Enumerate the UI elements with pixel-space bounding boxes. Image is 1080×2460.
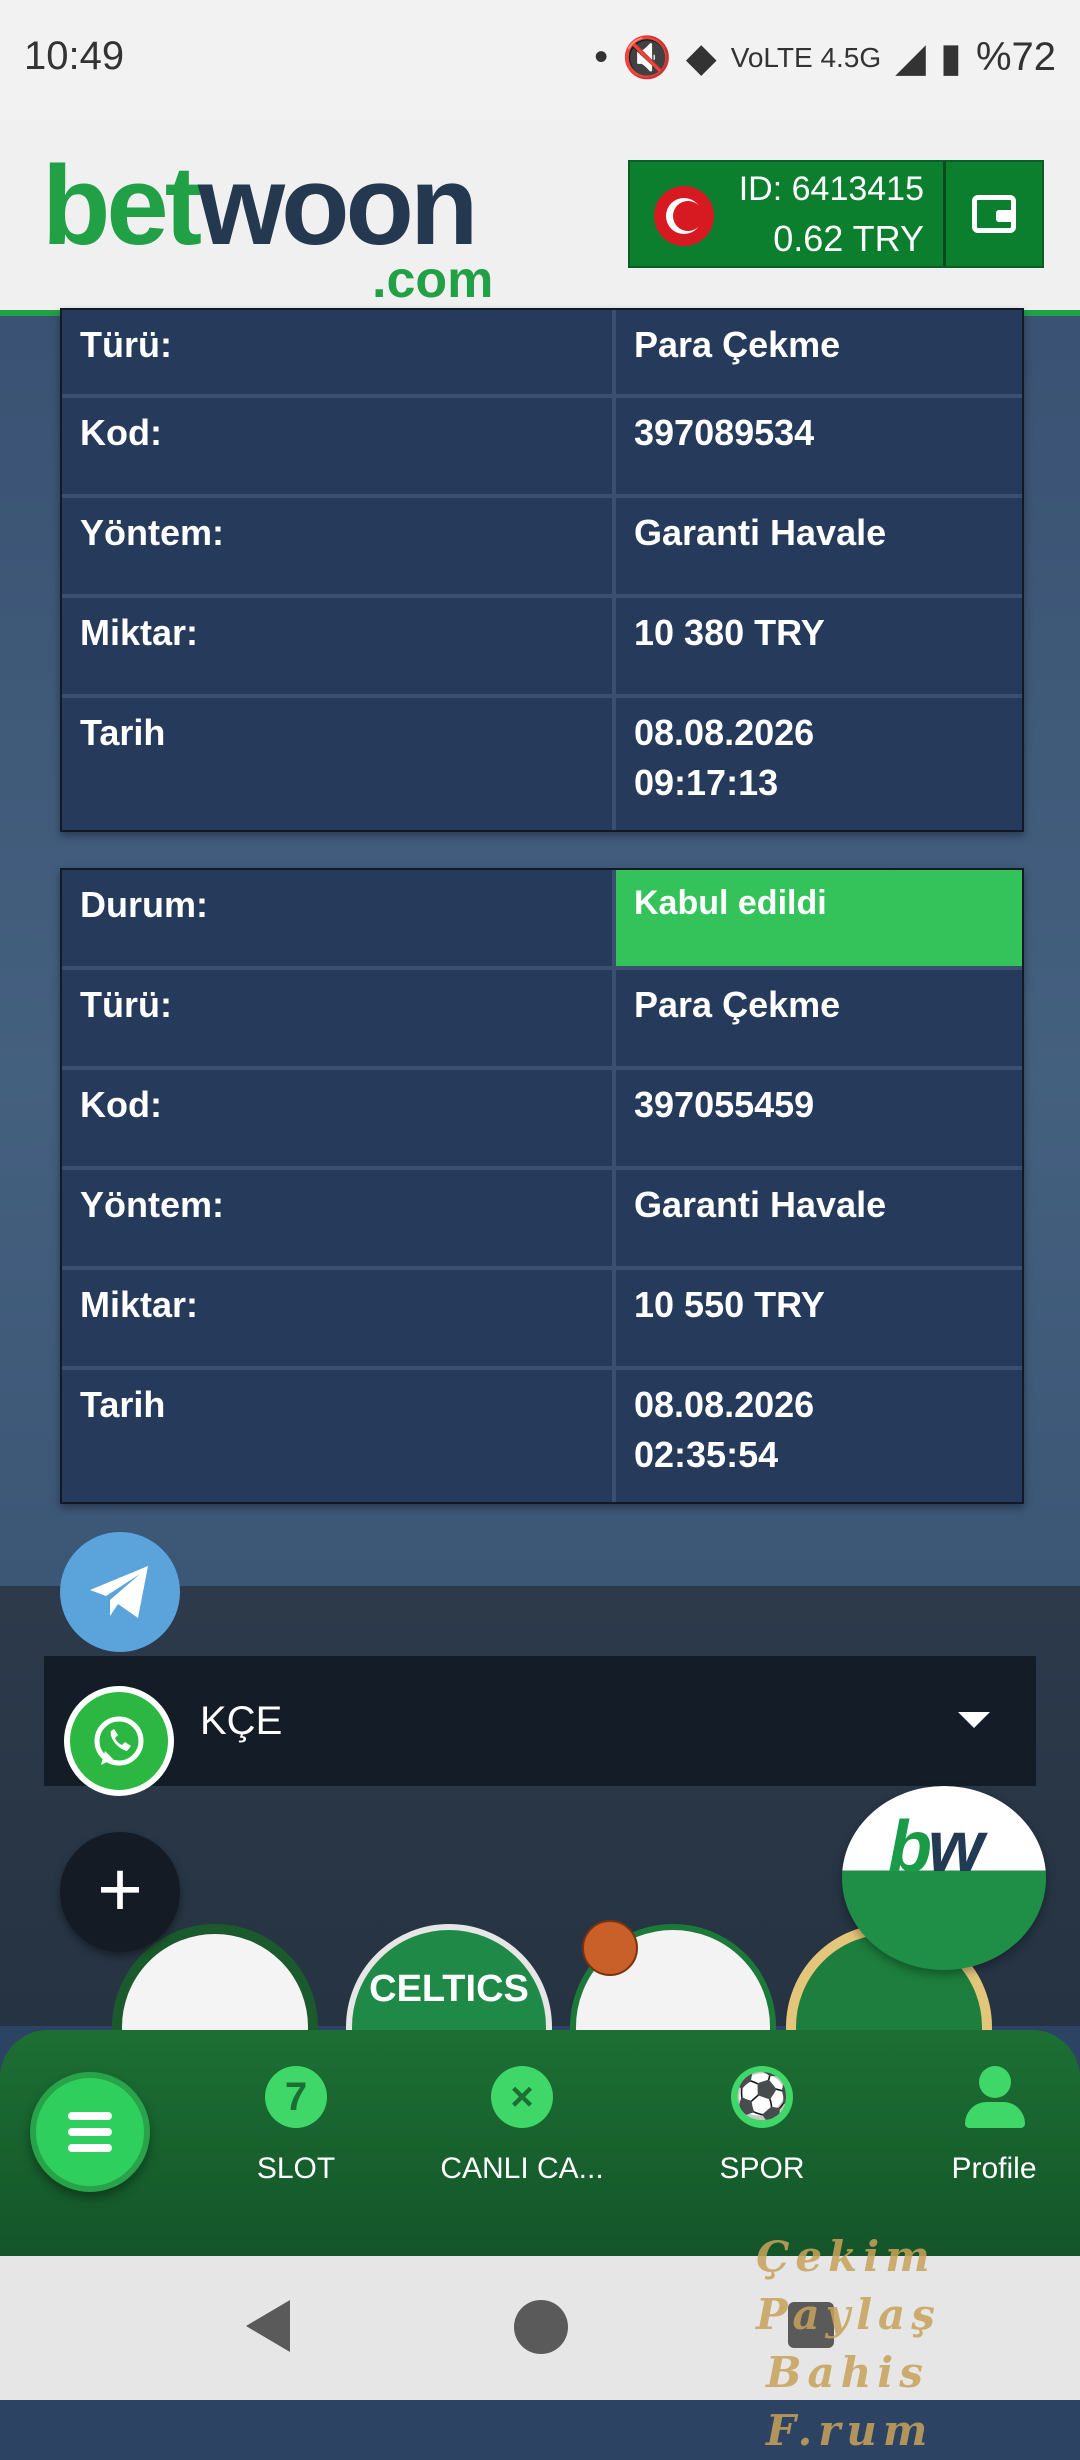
table-row: Miktar: 10 380 TRY xyxy=(62,598,1022,698)
logo-com: .com xyxy=(372,251,494,309)
add-button[interactable]: + xyxy=(60,1832,180,1952)
date-value: 08.08.2026 xyxy=(634,1384,815,1425)
profile-head xyxy=(979,2066,1011,2098)
telegram-icon xyxy=(90,1566,148,1618)
language-select[interactable]: KÇE xyxy=(44,1656,1036,1786)
network-label: VoLTE 4.5G xyxy=(730,41,882,73)
table-row: Yöntem: Garanti Havale xyxy=(62,1170,1022,1270)
account-id: ID: 6413415 xyxy=(738,170,924,208)
watermark-line2: Bahis F.rum xyxy=(766,2348,934,2455)
watermark-line1: Çekim Paylaş xyxy=(756,2232,941,2339)
row-label: Tarih xyxy=(62,1370,616,1502)
bottom-nav: 7 SLOT × CANLI CA... ⚽ SPOR Profile xyxy=(0,2030,1080,2256)
table-row: Kod: 397055459 xyxy=(62,1070,1022,1170)
bw-b: b xyxy=(888,1807,932,1887)
signal-icon: ◢ xyxy=(895,35,926,80)
nav-label: SLOT xyxy=(256,2152,336,2185)
mute-icon: 🔇 xyxy=(622,36,672,80)
turkey-flag-icon xyxy=(654,186,714,246)
menu-button[interactable] xyxy=(30,2072,150,2192)
telegram-button[interactable] xyxy=(60,1532,180,1652)
row-label: Kod: xyxy=(62,398,616,494)
table-row: Tarih 08.08.2026 09:17:13 xyxy=(62,698,1022,830)
table-row: Tarih 08.08.2026 02:35:54 xyxy=(62,1370,1022,1502)
table-row: Türü: Para Çekme xyxy=(62,970,1022,1070)
nav-label: CANLI CA... xyxy=(440,2152,604,2185)
club-badge: CELTICS xyxy=(346,1924,552,2030)
row-label: Miktar: xyxy=(62,598,616,694)
logo-bet: bet xyxy=(42,143,202,268)
row-label: Kod: xyxy=(62,1070,616,1166)
table-row: Miktar: 10 550 TRY xyxy=(62,1270,1022,1370)
table-row: Kod: 397089534 xyxy=(62,398,1022,498)
profile-icon xyxy=(963,2066,1025,2128)
wallet-button[interactable] xyxy=(943,162,1042,266)
nav-item-slot[interactable]: 7 SLOT xyxy=(196,2066,396,2186)
whatsapp-icon xyxy=(94,1716,144,1766)
menu-icon-line xyxy=(68,2128,112,2136)
transaction-card: Durum: Kabul edildi Türü: Para Çekme Kod… xyxy=(60,868,1024,1504)
row-value: Garanti Havale xyxy=(616,1170,1022,1266)
chevron-down-icon xyxy=(958,1712,990,1728)
bw-w: w xyxy=(927,1807,984,1887)
row-value: Garanti Havale xyxy=(616,498,1022,594)
status-badge: Kabul edildi xyxy=(616,870,1022,966)
watermark: Çekim Paylaş Bahis F.rum xyxy=(756,2228,1076,2460)
row-value-date: 08.08.2026 09:17:13 xyxy=(616,698,1022,830)
menu-icon-line xyxy=(68,2144,112,2152)
slot-7-icon: 7 xyxy=(265,2066,327,2128)
row-label: Yöntem: xyxy=(62,1170,616,1266)
menu-icon xyxy=(68,2112,112,2120)
account-box[interactable]: ID: 6413415 0.62 TRY xyxy=(628,160,1044,268)
row-label: Miktar: xyxy=(62,1270,616,1366)
status-time: 10:49 xyxy=(24,34,125,78)
status-bar: 10:49 • 🔇 ◆ VoLTE 4.5G ◢ ▮ %72 xyxy=(0,0,1080,120)
row-value-date: 08.08.2026 02:35:54 xyxy=(616,1370,1022,1502)
table-row: Yöntem: Garanti Havale xyxy=(62,498,1022,598)
battery-level: %72 xyxy=(975,35,1056,79)
account-balance: 0.62 TRY xyxy=(773,218,924,259)
nav-item-profile[interactable]: Profile xyxy=(894,2066,1080,2186)
time-value: 02:35:54 xyxy=(634,1434,779,1475)
badge-text: CELTICS xyxy=(369,1968,529,2010)
wifi-icon: ◆ xyxy=(685,35,717,80)
row-value: Para Çekme xyxy=(616,970,1022,1066)
home-icon[interactable] xyxy=(514,2300,568,2354)
time-value: 09:17:13 xyxy=(634,762,779,803)
row-value: 10 550 TRY xyxy=(616,1270,1022,1366)
row-value: 10 380 TRY xyxy=(616,598,1022,694)
row-label: Türü: xyxy=(62,970,616,1066)
table-row: Durum: Kabul edildi xyxy=(62,870,1022,970)
row-value: 397089534 xyxy=(616,398,1022,494)
nav-label: SPOR xyxy=(719,2152,805,2185)
row-value: 397055459 xyxy=(616,1070,1022,1166)
row-label: Yöntem: xyxy=(62,498,616,594)
betwoon-logo[interactable]: betwoon .com xyxy=(42,150,493,310)
live-casino-chip-icon: × xyxy=(491,2066,553,2128)
app-header: betwoon .com ID: 6413415 0.62 TRY xyxy=(0,120,1080,316)
row-label: Durum: xyxy=(62,870,616,966)
transaction-history: Türü: Para Çekme Kod: 397089534 Yöntem: … xyxy=(0,308,1080,1586)
row-value: Para Çekme xyxy=(616,310,1022,394)
back-icon[interactable] xyxy=(246,2300,290,2352)
nav-label: Profile xyxy=(951,2152,1037,2185)
transaction-card: Türü: Para Çekme Kod: 397089534 Yöntem: … xyxy=(60,308,1024,832)
soccer-ball-icon: ⚽ xyxy=(731,2066,793,2128)
nav-item-live-casino[interactable]: × CANLI CA... xyxy=(422,2066,622,2186)
whatsapp-button[interactable] xyxy=(64,1686,174,1796)
status-icons: • 🔇 ◆ VoLTE 4.5G ◢ ▮ %72 xyxy=(594,34,1056,81)
nav-item-sport[interactable]: ⚽ SPOR xyxy=(662,2066,862,2186)
table-row: Türü: Para Çekme xyxy=(62,310,1022,398)
bw-logo: bw xyxy=(888,1806,984,1888)
wallet-icon xyxy=(972,195,1016,233)
notification-dot: • xyxy=(594,35,609,79)
profile-body xyxy=(965,2102,1025,2128)
row-label: Tarih xyxy=(62,698,616,830)
row-label: Türü: xyxy=(62,310,616,394)
date-value: 08.08.2026 xyxy=(634,712,815,753)
basketball-icon xyxy=(582,1920,638,1976)
bw-chat-button[interactable]: bw xyxy=(842,1786,1046,1970)
battery-icon: ▮ xyxy=(939,35,962,80)
language-value: KÇE xyxy=(200,1699,283,1743)
